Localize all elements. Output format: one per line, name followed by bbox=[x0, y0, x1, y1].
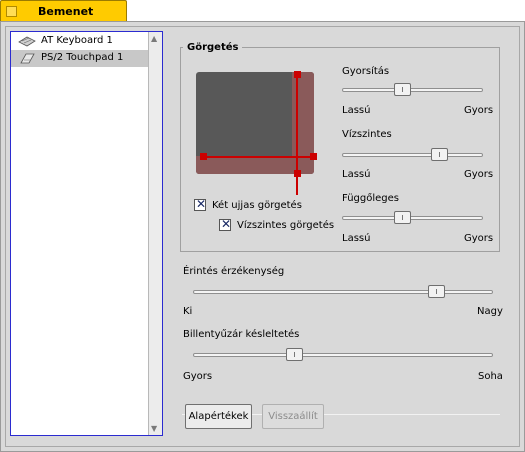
device-list[interactable]: AT Keyboard 1 PS/2 Touchpad 1 ▲ ▼ bbox=[10, 31, 163, 436]
vertical-speed-slider-track[interactable] bbox=[342, 216, 483, 220]
horizontal-speed-max-label: Gyors bbox=[464, 169, 494, 180]
vertical-speed-slider-thumb[interactable] bbox=[394, 211, 412, 224]
zone-handle-top[interactable] bbox=[294, 71, 301, 78]
revert-button[interactable]: Visszaállít bbox=[262, 404, 324, 429]
list-item-touchpad[interactable]: PS/2 Touchpad 1 bbox=[11, 50, 148, 67]
scroll-up-arrow-icon[interactable]: ▲ bbox=[151, 34, 157, 43]
zone-handle-right[interactable] bbox=[310, 153, 317, 160]
sensitivity-label: Érintés érzékenység bbox=[183, 266, 285, 277]
touchpad-icon bbox=[20, 53, 35, 64]
speed-label: Gyorsítás bbox=[342, 66, 390, 77]
keyboard-icon bbox=[18, 36, 36, 47]
speed-slider-thumb[interactable] bbox=[394, 83, 412, 96]
horizontal-speed-min-label: Lassú bbox=[342, 169, 371, 180]
scroll-down-arrow-icon[interactable]: ▼ bbox=[151, 424, 157, 433]
device-list-scrollbar[interactable]: ▲ ▼ bbox=[148, 32, 162, 435]
two-finger-scroll-checkbox[interactable]: ✕ bbox=[194, 197, 207, 211]
checkmark-x-icon: ✕ bbox=[196, 197, 207, 211]
vertical-speed-min-label: Lassú bbox=[342, 233, 371, 244]
tab-bemenet[interactable]: Bemenet bbox=[0, 0, 127, 22]
scrolling-group-title: Görgetés bbox=[183, 42, 243, 53]
device-list-area: AT Keyboard 1 PS/2 Touchpad 1 bbox=[11, 32, 148, 435]
sensitivity-max-label: Nagy bbox=[477, 306, 503, 317]
sensitivity-slider-thumb[interactable] bbox=[427, 285, 445, 298]
tab-square-icon bbox=[6, 6, 17, 17]
typing-delay-min-label: Gyors bbox=[183, 371, 213, 382]
speed-slider-track[interactable] bbox=[342, 88, 483, 92]
defaults-button[interactable]: Alapértékek bbox=[185, 404, 252, 429]
typing-delay-slider-track[interactable] bbox=[193, 353, 493, 357]
speed-min-label: Lassú bbox=[342, 105, 371, 116]
list-item-keyboard[interactable]: AT Keyboard 1 bbox=[11, 33, 148, 50]
horizontal-speed-slider-thumb[interactable] bbox=[431, 148, 449, 161]
horizontal-speed-label: Vízszintes bbox=[342, 129, 392, 140]
two-finger-scroll-label: Két ujjas görgetés bbox=[212, 200, 302, 211]
list-item-label: AT Keyboard 1 bbox=[41, 35, 113, 46]
vertical-speed-max-label: Gyors bbox=[464, 233, 494, 244]
typing-delay-slider-thumb[interactable] bbox=[286, 348, 304, 361]
typing-delay-label: Billentyűzár késleltetés bbox=[183, 329, 300, 340]
speed-max-label: Gyors bbox=[464, 105, 494, 116]
tab-label: Bemenet bbox=[38, 5, 94, 18]
vertical-speed-label: Függőleges bbox=[342, 193, 399, 204]
zone-handle-bottom[interactable] bbox=[294, 170, 301, 177]
horizontal-scroll-checkbox[interactable]: ✕ bbox=[219, 217, 232, 231]
sensitivity-min-label: Ki bbox=[183, 306, 193, 317]
horizontal-zone-line bbox=[203, 156, 314, 158]
window-content: AT Keyboard 1 PS/2 Touchpad 1 ▲ ▼ Görget… bbox=[0, 21, 525, 452]
horizontal-scroll-label: Vízszintes görgetés bbox=[237, 220, 335, 231]
checkmark-x-icon: ✕ bbox=[221, 217, 232, 231]
typing-delay-max-label: Soha bbox=[478, 371, 503, 382]
horizontal-speed-slider-track[interactable] bbox=[342, 153, 483, 157]
sensitivity-slider-track[interactable] bbox=[193, 290, 493, 294]
zone-handle-left[interactable] bbox=[200, 153, 207, 160]
list-item-label: PS/2 Touchpad 1 bbox=[41, 52, 124, 63]
